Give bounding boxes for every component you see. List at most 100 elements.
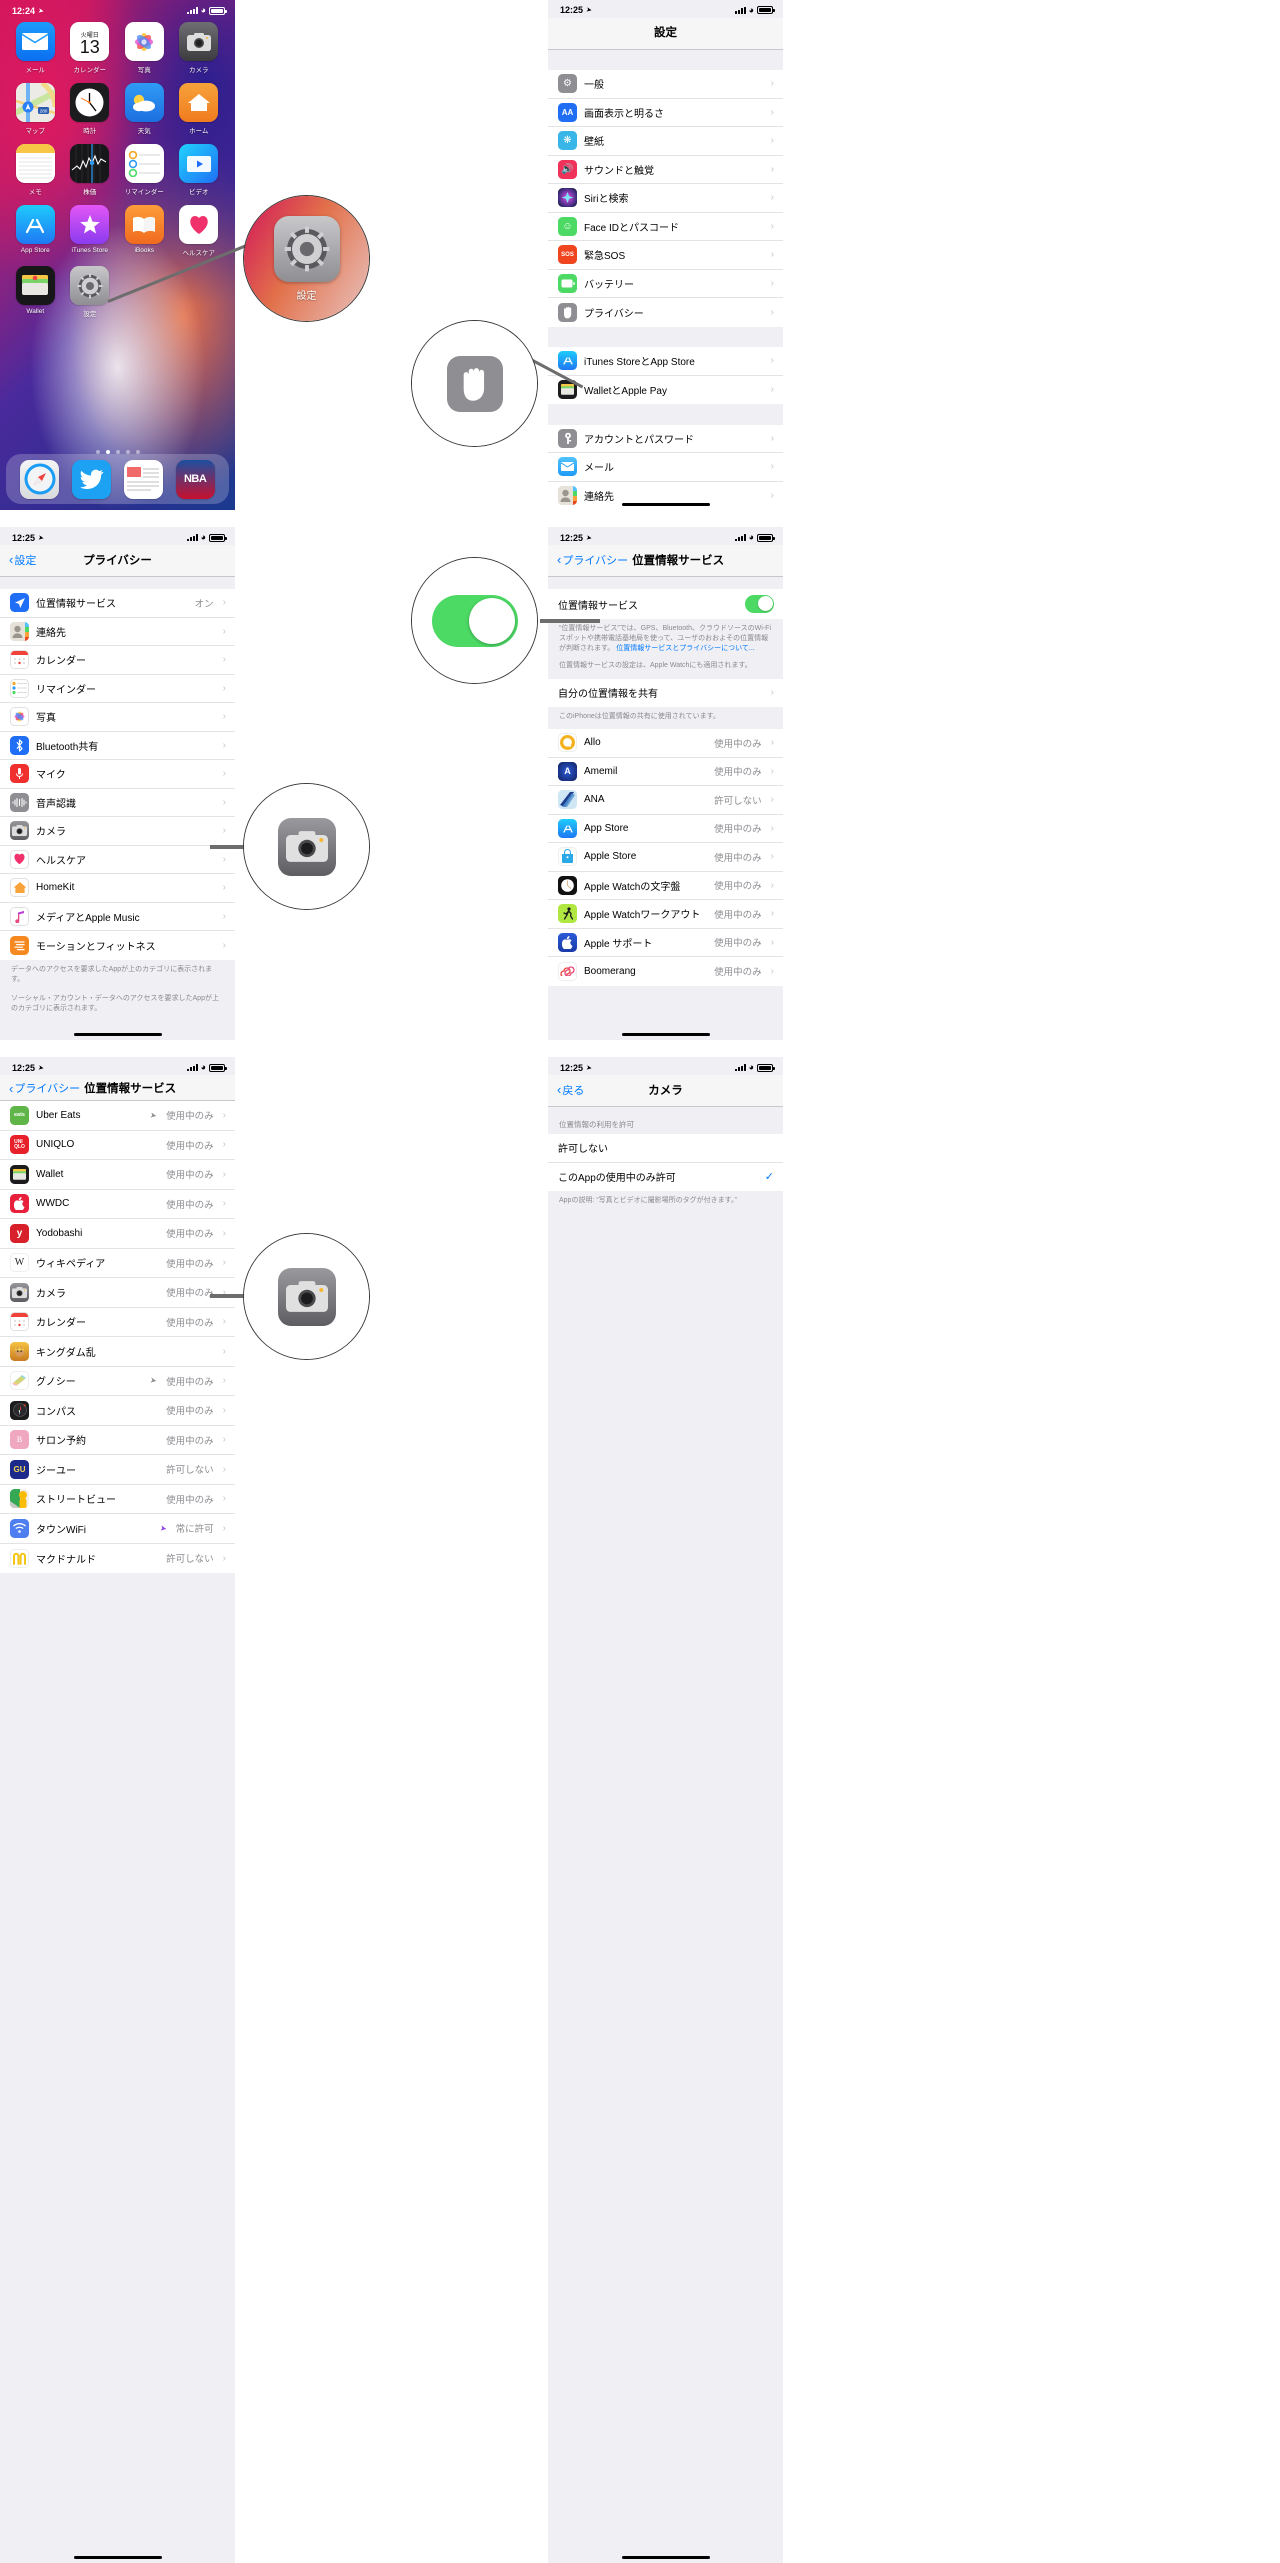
health-icon[interactable] xyxy=(179,205,219,244)
settings-row-accounts[interactable]: アカウントとパスワード › xyxy=(548,424,783,454)
app-row-mcdonalds[interactable]: マクドナルド 許可しない › xyxy=(0,1543,235,1573)
itunes-icon[interactable] xyxy=(70,205,110,244)
app-videos[interactable]: ビデオ xyxy=(172,144,227,196)
app-row-compass[interactable]: コンパス 使用中のみ › xyxy=(0,1396,235,1426)
safari-icon[interactable] xyxy=(20,459,60,499)
app-row-wikipedia[interactable]: W ウィキペディア 使用中のみ › xyxy=(0,1248,235,1278)
app-row-wwdc[interactable]: WWDC 使用中のみ › xyxy=(0,1189,235,1219)
settings-row-itunes-appstore[interactable]: iTunes StoreとApp Store › xyxy=(548,347,783,376)
app-row-apple-store[interactable]: Apple Store 使用中のみ › xyxy=(548,843,783,872)
app-row-boomerang[interactable]: Boomerang 使用中のみ › xyxy=(548,957,783,986)
camera-icon[interactable] xyxy=(277,1267,336,1326)
app-row-watchface[interactable]: Apple Watchの文字盤 使用中のみ › xyxy=(548,871,783,901)
app-row-ana[interactable]: ANA 許可しない › xyxy=(548,786,783,815)
privacy-row-calendar[interactable]: カレンダー › xyxy=(0,646,235,675)
permission-option-never[interactable]: 許可しない xyxy=(548,1134,783,1163)
app-row-allo[interactable]: Allo 使用中のみ › xyxy=(548,729,783,758)
app-wallet[interactable]: Wallet xyxy=(8,266,63,318)
app-row-apple-support[interactable]: Apple サポート 使用中のみ › xyxy=(548,928,783,958)
camera-icon[interactable] xyxy=(277,817,336,876)
app-row-gunosy[interactable]: グノシー ➤ 使用中のみ › xyxy=(0,1366,235,1396)
app-itunes[interactable]: iTunes Store xyxy=(63,205,118,257)
notes-icon[interactable] xyxy=(15,144,55,183)
permission-option-while-using[interactable]: このAppの使用中のみ許可 ✓ xyxy=(548,1162,783,1191)
privacy-row-location[interactable]: 位置情報サービス オン › xyxy=(0,589,235,618)
settings-row-privacy[interactable]: プライバシー › xyxy=(548,298,783,327)
settings-row-siri[interactable]: Siriと検索 › xyxy=(548,184,783,213)
ibooks-icon[interactable] xyxy=(124,205,164,244)
settings-row-sos[interactable]: SOS 緊急SOS › xyxy=(548,241,783,270)
mail-icon[interactable] xyxy=(15,22,55,61)
back-button[interactable]: ‹ 戻る xyxy=(557,1082,584,1098)
app-row-townwifi[interactable]: タウンWiFi ➤ 常に許可 › xyxy=(0,1514,235,1544)
nba-icon[interactable]: NBA xyxy=(175,459,215,499)
privacy-row-photos[interactable]: 写真 › xyxy=(0,703,235,732)
app-row-workout[interactable]: Apple Watchワークアウト 使用中のみ › xyxy=(548,900,783,929)
app-reminders[interactable]: リマインダー xyxy=(117,144,172,196)
settings-row-mail[interactable]: メール › xyxy=(548,453,783,482)
app-appstore[interactable]: App Store xyxy=(8,205,63,257)
settings-row-faceid[interactable]: ☺ Face IDとパスコード › xyxy=(548,212,783,242)
stocks-icon[interactable] xyxy=(70,144,110,183)
app-row-wallet[interactable]: Wallet 使用中のみ › xyxy=(0,1160,235,1190)
privacy-row-camera[interactable]: カメラ › xyxy=(0,817,235,846)
settings-row-general[interactable]: ⚙ 一般 › xyxy=(548,70,783,99)
back-button[interactable]: ‹ プライバシー xyxy=(9,1080,80,1096)
reminders-icon[interactable] xyxy=(124,144,164,183)
app-clock[interactable]: 時計 xyxy=(63,83,118,135)
app-ibooks[interactable]: iBooks xyxy=(117,205,172,257)
privacy-row-reminders[interactable]: リマインダー › xyxy=(0,674,235,703)
privacy-row-motion[interactable]: モーションとフィットネス › xyxy=(0,931,235,960)
location-services-toggle[interactable] xyxy=(431,594,518,647)
privacy-hand-icon[interactable] xyxy=(446,355,503,412)
app-row-salon[interactable]: B サロン予約 使用中のみ › xyxy=(0,1425,235,1455)
app-camera[interactable]: カメラ xyxy=(172,22,227,74)
privacy-row-bluetooth[interactable]: Bluetooth共有 › xyxy=(0,731,235,760)
app-row-camera[interactable]: カメラ 使用中のみ › xyxy=(0,1278,235,1308)
appstore-icon[interactable] xyxy=(15,205,55,244)
app-row-kingdom[interactable]: キングダム乱 › xyxy=(0,1337,235,1367)
app-row-yodobashi[interactable]: y Yodobashi 使用中のみ › xyxy=(0,1219,235,1249)
app-home[interactable]: ホーム xyxy=(172,83,227,135)
location-services-toggle[interactable] xyxy=(745,595,774,613)
app-calendar[interactable]: 火曜日 13 カレンダー xyxy=(63,22,118,74)
settings-row-display[interactable]: AA 画面表示と明るさ › xyxy=(548,98,783,128)
app-row-gu[interactable]: GU ジーユー 許可しない › xyxy=(0,1455,235,1485)
back-button[interactable]: ‹ 設定 xyxy=(9,552,36,568)
app-settings[interactable]: 設定 xyxy=(63,266,118,318)
app-row-streetview[interactable]: ストリートビュー 使用中のみ › xyxy=(0,1484,235,1514)
app-row-appstore[interactable]: App Store 使用中のみ › xyxy=(548,814,783,844)
share-my-location-row[interactable]: 自分の位置情報を共有 › xyxy=(548,678,783,708)
twitter-icon[interactable] xyxy=(72,459,112,499)
calendar-icon[interactable]: 火曜日 13 xyxy=(70,22,110,61)
privacy-row-music[interactable]: メディアとApple Music › xyxy=(0,902,235,931)
settings-row-battery[interactable]: バッテリー › xyxy=(548,269,783,299)
privacy-row-mic[interactable]: マイク › xyxy=(0,760,235,789)
maps-icon[interactable]: 280 xyxy=(15,83,55,122)
settings-row-wallpaper[interactable]: ❋ 壁紙 › xyxy=(548,127,783,156)
location-services-toggle-row[interactable]: 位置情報サービス xyxy=(548,589,783,619)
privacy-row-speech[interactable]: 音声認識 › xyxy=(0,788,235,817)
app-row-uniqlo[interactable]: UNI QLO UNIQLO 使用中のみ › xyxy=(0,1130,235,1160)
news-icon[interactable] xyxy=(123,459,163,499)
clock-icon[interactable] xyxy=(70,83,110,122)
app-notes[interactable]: メモ xyxy=(8,144,63,196)
privacy-row-homekit[interactable]: HomeKit › xyxy=(0,874,235,903)
app-row-ubereats[interactable]: eats Uber Eats ➤ 使用中のみ › xyxy=(0,1101,235,1131)
app-row-amemil[interactable]: A Amemil 使用中のみ › xyxy=(548,757,783,787)
settings-icon[interactable] xyxy=(70,266,110,305)
home-icon[interactable] xyxy=(179,83,219,122)
camera-icon[interactable] xyxy=(179,22,219,61)
app-row-calendar[interactable]: カレンダー 使用中のみ › xyxy=(0,1307,235,1337)
settings-row-sounds[interactable]: 🔊 サウンドと触覚 › xyxy=(548,155,783,185)
privacy-row-health[interactable]: ヘルスケア › xyxy=(0,845,235,874)
app-mail[interactable]: メール xyxy=(8,22,63,74)
wallet-icon[interactable] xyxy=(15,266,55,305)
app-photos[interactable]: 写真 xyxy=(117,22,172,74)
back-button[interactable]: ‹ プライバシー xyxy=(557,552,628,568)
photos-icon[interactable] xyxy=(124,22,164,61)
videos-icon[interactable] xyxy=(179,144,219,183)
privacy-learn-more-link[interactable]: 位置情報サービスとプライバシーについて... xyxy=(616,645,754,652)
app-health[interactable]: ヘルスケア xyxy=(172,205,227,257)
app-maps[interactable]: 280 マップ xyxy=(8,83,63,135)
